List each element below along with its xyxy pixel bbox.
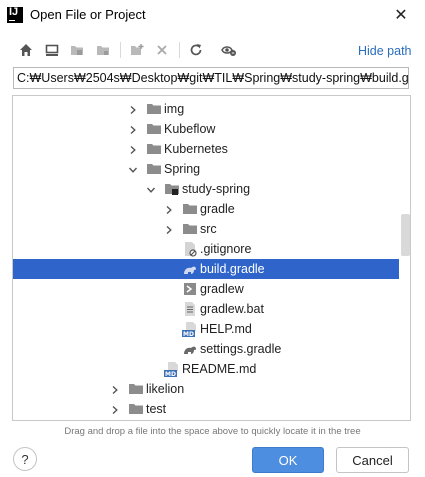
desktop-icon[interactable] bbox=[43, 41, 61, 59]
tree-row-label: HELP.md bbox=[200, 322, 252, 336]
window-title: Open File or Project bbox=[30, 7, 146, 22]
show-hidden-icon[interactable] bbox=[220, 41, 238, 59]
tree-row[interactable]: Spring bbox=[13, 159, 399, 179]
chevron-right-icon[interactable] bbox=[110, 404, 120, 415]
markdown-icon: MD bbox=[182, 321, 198, 338]
title-bar: IJ Open File or Project ✕ bbox=[0, 0, 425, 30]
home-icon[interactable] bbox=[17, 41, 35, 59]
intellij-app-icon: IJ bbox=[7, 7, 23, 23]
tree-row[interactable]: build.gradle bbox=[13, 259, 399, 279]
tree-row[interactable]: study-spring bbox=[13, 179, 399, 199]
folder-icon bbox=[182, 221, 198, 237]
tree-row[interactable]: gradlew bbox=[13, 279, 399, 299]
tree-row-label: Kubeflow bbox=[164, 122, 216, 136]
tree-row-label: .gitignore bbox=[200, 242, 252, 256]
tree-row[interactable]: gradlew.bat bbox=[13, 299, 399, 319]
tree-row-label: img bbox=[164, 102, 185, 116]
close-icon[interactable]: ✕ bbox=[389, 3, 413, 27]
tree-row[interactable]: test bbox=[13, 399, 399, 419]
toolbar-separator bbox=[179, 42, 180, 58]
scrollbar-track[interactable] bbox=[399, 96, 410, 420]
drag-drop-hint: Drag and drop a file into the space abov… bbox=[64, 426, 361, 437]
tree-row[interactable]: likelion bbox=[13, 379, 399, 399]
tree-row-label: README.md bbox=[182, 362, 257, 376]
script-icon bbox=[182, 281, 198, 297]
markdown-icon: MD bbox=[164, 361, 180, 378]
tree-row-label: Kubernetes bbox=[164, 142, 228, 156]
tree-row[interactable]: img bbox=[13, 99, 399, 119]
tree-row[interactable]: Kubeflow bbox=[13, 119, 399, 139]
file-tree[interactable]: img Kubeflow Kubernetes Spring study-spring g… bbox=[12, 95, 411, 421]
tree-row-label: gradlew.bat bbox=[200, 302, 264, 316]
folder-icon bbox=[146, 161, 162, 177]
hide-path-link[interactable]: Hide path bbox=[358, 44, 412, 58]
folder-icon bbox=[146, 101, 162, 117]
tree-row[interactable]: MD README.md bbox=[13, 359, 399, 379]
tree-row-label: study-spring bbox=[182, 182, 251, 196]
ok-button[interactable]: OK bbox=[252, 447, 324, 473]
tree-row-label: settings.gradle bbox=[200, 342, 282, 356]
tree-row[interactable]: settings.gradle bbox=[13, 339, 399, 359]
tree-row-label: likelion bbox=[146, 382, 185, 396]
project-directory-icon[interactable] bbox=[68, 41, 86, 59]
gradle-icon bbox=[182, 341, 198, 357]
delete-icon[interactable] bbox=[153, 41, 171, 59]
tree-row-label: Spring bbox=[164, 162, 201, 176]
module-directory-icon[interactable] bbox=[94, 41, 112, 59]
folder-icon bbox=[128, 381, 144, 397]
chevron-right-icon[interactable] bbox=[128, 144, 138, 155]
folder-icon bbox=[182, 201, 198, 217]
chevron-right-icon[interactable] bbox=[164, 224, 174, 235]
toolbar: Hide path bbox=[0, 36, 425, 64]
svg-text:MD: MD bbox=[165, 371, 176, 377]
tree-row[interactable]: MD HELP.md bbox=[13, 319, 399, 339]
gradle-icon bbox=[182, 261, 198, 277]
tree-row-label: gradlew bbox=[200, 282, 244, 296]
refresh-icon[interactable] bbox=[187, 41, 205, 59]
svg-text:MD: MD bbox=[183, 331, 194, 337]
chevron-right-icon[interactable] bbox=[164, 204, 174, 215]
ignore-file-icon bbox=[182, 241, 198, 257]
folder-icon bbox=[146, 121, 162, 137]
scrollbar-thumb[interactable] bbox=[401, 214, 410, 256]
module-folder-icon bbox=[164, 181, 180, 197]
text-file-icon bbox=[182, 301, 198, 317]
tree-row-label: src bbox=[200, 222, 217, 236]
tree-row-label: test bbox=[146, 402, 167, 416]
tree-row[interactable]: src bbox=[13, 219, 399, 239]
tree-row-label: gradle bbox=[200, 202, 235, 216]
cancel-button[interactable]: Cancel bbox=[336, 447, 409, 473]
path-input[interactable]: C:₩Users₩2504s₩Desktop₩git₩TIL₩Spring₩st… bbox=[13, 67, 409, 89]
chevron-right-icon[interactable] bbox=[128, 124, 138, 135]
tree-row[interactable]: gradle bbox=[13, 199, 399, 219]
tree-row[interactable]: .gitignore bbox=[13, 239, 399, 259]
new-folder-icon[interactable] bbox=[128, 41, 146, 59]
chevron-right-icon[interactable] bbox=[110, 384, 120, 395]
tree-row-label: build.gradle bbox=[200, 262, 265, 276]
tree-row[interactable]: Kubernetes bbox=[13, 139, 399, 159]
folder-icon bbox=[146, 141, 162, 157]
chevron-right-icon[interactable] bbox=[128, 104, 138, 115]
chevron-down-icon[interactable] bbox=[128, 164, 138, 174]
toolbar-separator bbox=[120, 42, 121, 58]
chevron-down-icon[interactable] bbox=[146, 184, 156, 194]
folder-icon bbox=[128, 401, 144, 417]
help-button[interactable]: ? bbox=[13, 447, 37, 471]
